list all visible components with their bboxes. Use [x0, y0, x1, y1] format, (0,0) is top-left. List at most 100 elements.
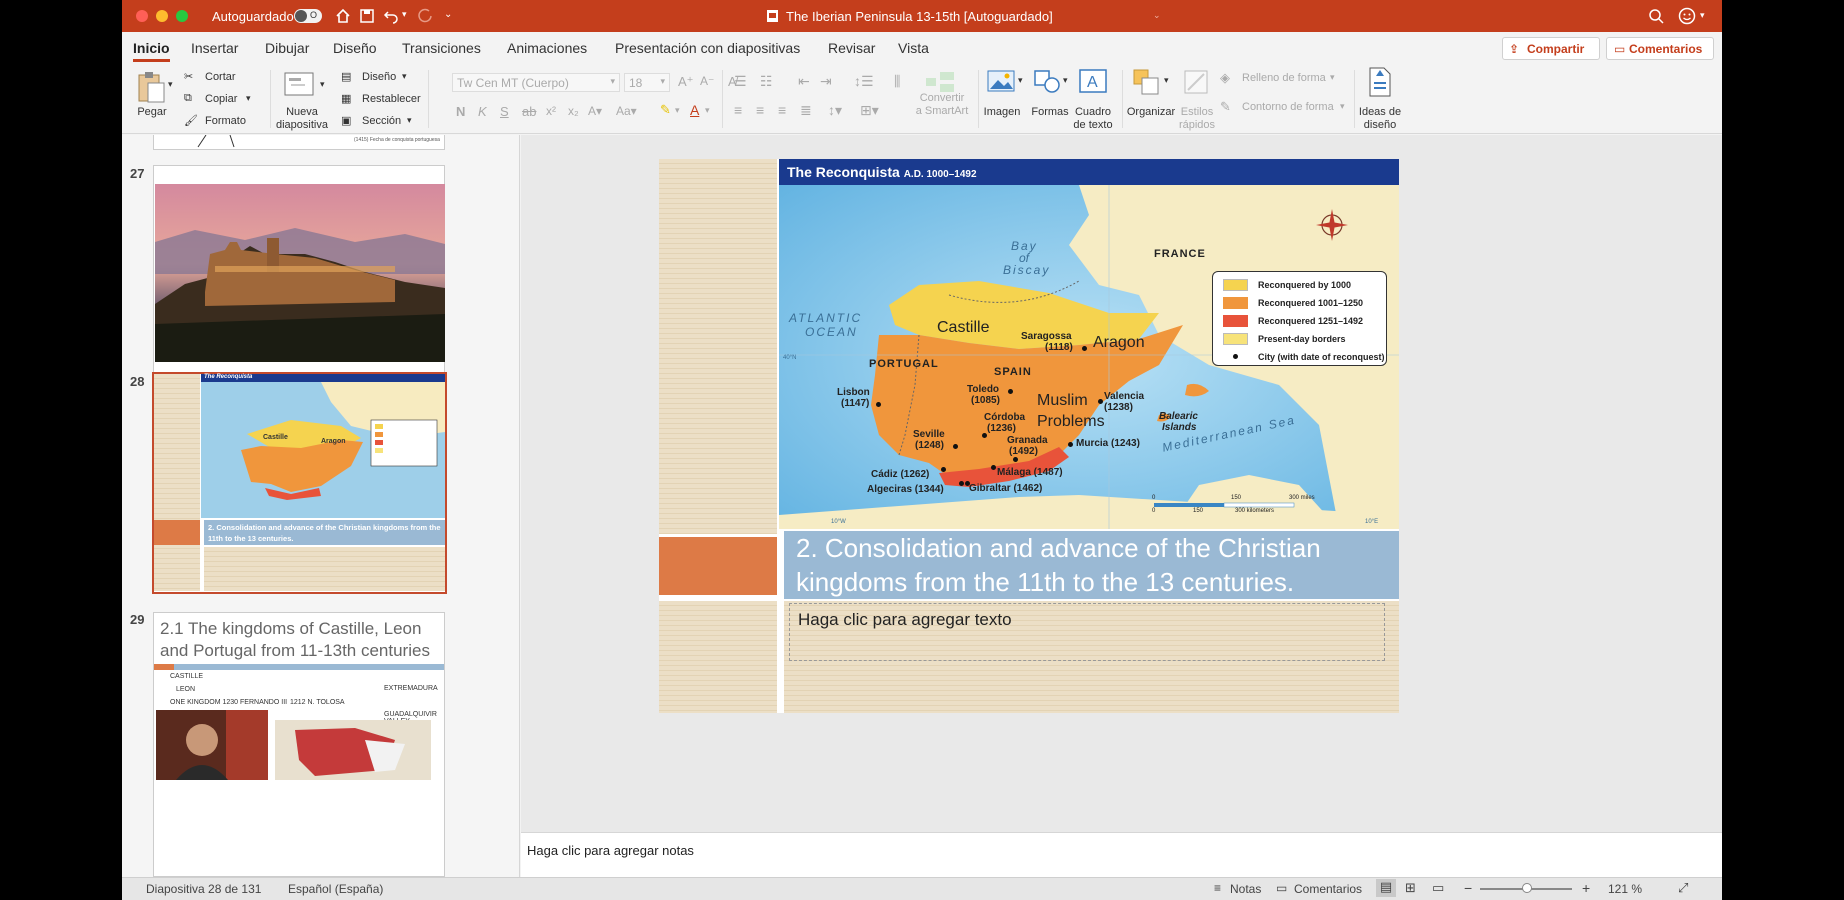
- text-effects-icon[interactable]: A▾: [588, 104, 602, 118]
- customize-toolbar-icon[interactable]: ⌄: [444, 9, 452, 20]
- shape-fill-button[interactable]: Relleno de forma: [1242, 72, 1326, 84]
- feedback-smiley-icon[interactable]: [1678, 7, 1696, 25]
- arrange-dropdown-icon[interactable]: ▾: [1164, 75, 1169, 86]
- slide-sorter-icon[interactable]: ⊞: [1405, 880, 1416, 896]
- share-button[interactable]: ⇪ Compartir: [1502, 37, 1600, 60]
- comments-button[interactable]: ▭ Comentarios: [1606, 37, 1714, 60]
- image-icon[interactable]: [986, 68, 1016, 94]
- bold-icon[interactable]: N: [456, 104, 465, 119]
- thumbnail-slide-28-selected[interactable]: The Reconquista Castille Aragon 2. Conso…: [152, 372, 447, 594]
- font-color-icon[interactable]: A: [690, 102, 699, 118]
- redo-icon[interactable]: [417, 8, 433, 24]
- zoom-slider[interactable]: [1480, 883, 1572, 893]
- autosave-toggle[interactable]: O: [294, 9, 322, 23]
- reading-view-icon[interactable]: ▭: [1432, 880, 1444, 896]
- line-spacing-icon[interactable]: ↕☰: [854, 73, 874, 90]
- section-button[interactable]: Sección: [362, 115, 401, 127]
- font-name-dropdown[interactable]: Tw Cen MT (Cuerpo) ▾: [452, 73, 620, 92]
- paste-icon[interactable]: [136, 70, 166, 104]
- save-icon[interactable]: [359, 8, 375, 24]
- copy-button[interactable]: Copiar: [205, 93, 237, 105]
- thumbnail-slide-26[interactable]: (1415) Fecha de conquista portuguesa: [153, 135, 445, 150]
- highlight-icon[interactable]: ✎: [660, 102, 671, 118]
- feedback-dropdown-icon[interactable]: ▾: [1700, 10, 1705, 21]
- notes-button[interactable]: Notas: [1230, 882, 1261, 896]
- shape-outline-button[interactable]: Contorno de forma: [1242, 101, 1334, 113]
- tab-inicio[interactable]: Inicio: [133, 40, 170, 62]
- zoom-window-button[interactable]: [176, 10, 188, 22]
- font-color-dropdown-icon[interactable]: ▾: [705, 105, 710, 116]
- tab-transiciones[interactable]: Transiciones: [402, 40, 481, 56]
- home-icon[interactable]: [335, 8, 351, 24]
- numbering-icon[interactable]: ☷: [760, 73, 773, 90]
- decrease-indent-icon[interactable]: ⇤: [798, 73, 810, 90]
- tab-vista[interactable]: Vista: [898, 40, 929, 56]
- title-dropdown-icon[interactable]: ⌄: [1153, 10, 1161, 21]
- section-dropdown-icon[interactable]: ▾: [407, 115, 412, 126]
- strikethrough-icon[interactable]: ab: [522, 104, 536, 119]
- thumbnail-slide-27[interactable]: [153, 165, 445, 384]
- zoom-out-button[interactable]: −: [1464, 880, 1472, 896]
- zoom-in-button[interactable]: +: [1582, 880, 1590, 896]
- tab-presentacion[interactable]: Presentación con diapositivas: [615, 40, 800, 56]
- undo-icon[interactable]: [383, 8, 399, 24]
- columns-icon[interactable]: ⫼: [894, 73, 900, 90]
- increase-font-icon[interactable]: A⁺: [678, 74, 694, 90]
- minimize-window-button[interactable]: [156, 10, 168, 22]
- arrange-button[interactable]: Organizar: [1124, 106, 1178, 119]
- align-right-icon[interactable]: ≡: [778, 102, 786, 118]
- new-slide-icon[interactable]: [283, 70, 317, 98]
- design-ideas-button[interactable]: Ideas de diseño: [1356, 106, 1404, 132]
- align-text-icon[interactable]: ⊞▾: [860, 102, 879, 119]
- slide-heading[interactable]: 2. Consolidation and advance of the Chri…: [784, 531, 1399, 599]
- layout-button[interactable]: Diseño: [362, 71, 396, 83]
- search-icon[interactable]: [1648, 8, 1664, 24]
- shape-fill-dropdown-icon[interactable]: ▾: [1330, 72, 1335, 83]
- image-button[interactable]: Imagen: [980, 106, 1024, 119]
- close-window-button[interactable]: [136, 10, 148, 22]
- font-size-dropdown[interactable]: 18 ▾: [624, 73, 670, 92]
- smartart-icon[interactable]: [924, 70, 958, 94]
- tab-dibujar[interactable]: Dibujar: [265, 40, 309, 56]
- fit-to-window-icon[interactable]: ⤢: [1678, 880, 1688, 896]
- convert-smartart-button[interactable]: Convertir a SmartArt: [912, 92, 972, 118]
- quick-styles-button[interactable]: Estilos rápidos: [1174, 106, 1220, 132]
- cut-button[interactable]: Cortar: [205, 71, 236, 83]
- format-painter-button[interactable]: Formato: [205, 115, 246, 127]
- language-indicator[interactable]: Español (España): [288, 882, 383, 896]
- zoom-slider-thumb[interactable]: [1522, 883, 1532, 893]
- shapes-icon[interactable]: [1032, 68, 1062, 94]
- copy-dropdown-icon[interactable]: ▾: [246, 93, 251, 104]
- underline-icon[interactable]: S: [500, 104, 509, 119]
- highlight-dropdown-icon[interactable]: ▾: [675, 105, 680, 116]
- shape-outline-dropdown-icon[interactable]: ▾: [1340, 101, 1345, 112]
- textbox-button[interactable]: Cuadro de texto: [1070, 106, 1116, 132]
- notes-pane[interactable]: Haga clic para agregar notas: [521, 832, 1722, 877]
- quick-styles-icon[interactable]: [1182, 68, 1212, 96]
- normal-view-icon[interactable]: ▤: [1376, 879, 1396, 897]
- tab-revisar[interactable]: Revisar: [828, 40, 875, 56]
- italic-icon[interactable]: K: [478, 104, 487, 119]
- arrange-icon[interactable]: [1132, 68, 1162, 96]
- align-left-icon[interactable]: ≡: [734, 102, 742, 118]
- paste-button[interactable]: Pegar: [136, 106, 168, 119]
- reset-button[interactable]: Restablecer: [362, 93, 421, 105]
- paste-dropdown-icon[interactable]: ▾: [168, 79, 173, 90]
- image-dropdown-icon[interactable]: ▾: [1018, 75, 1023, 86]
- bullets-icon[interactable]: ☰: [734, 73, 747, 90]
- comments-status-button[interactable]: Comentarios: [1294, 882, 1362, 896]
- shapes-dropdown-icon[interactable]: ▾: [1063, 75, 1068, 86]
- justify-icon[interactable]: ≣: [800, 102, 812, 119]
- body-placeholder[interactable]: Haga clic para agregar texto: [789, 603, 1385, 661]
- subscript-icon[interactable]: x₂: [568, 104, 579, 118]
- text-direction-icon[interactable]: ↕▾: [828, 102, 842, 119]
- new-slide-button[interactable]: Nueva diapositiva: [274, 106, 330, 132]
- change-case-icon[interactable]: Aa▾: [616, 104, 637, 118]
- undo-dropdown-icon[interactable]: ▾: [402, 9, 407, 20]
- textbox-icon[interactable]: A: [1078, 68, 1108, 94]
- thumbnail-slide-29[interactable]: 2.1 The kingdoms of Castille, Leon and P…: [153, 612, 445, 877]
- design-ideas-icon[interactable]: [1364, 66, 1394, 98]
- zoom-level[interactable]: 121 %: [1608, 882, 1642, 896]
- tab-diseno[interactable]: Diseño: [333, 40, 377, 56]
- superscript-icon[interactable]: x²: [546, 104, 556, 118]
